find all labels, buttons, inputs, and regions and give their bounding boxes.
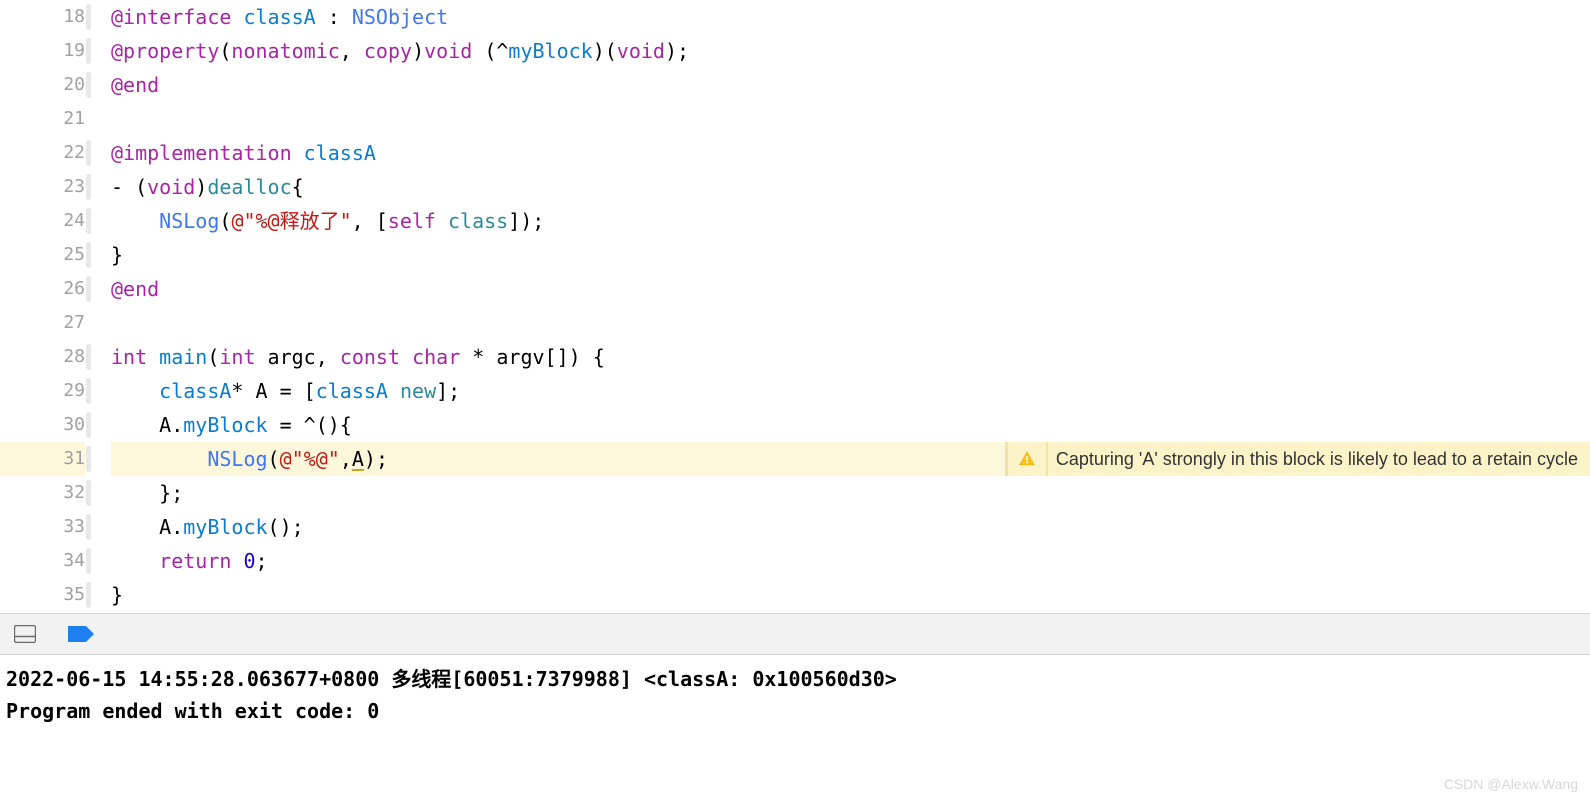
- line-number: 21: [0, 102, 85, 136]
- code-line[interactable]: }: [111, 238, 1590, 272]
- code-line[interactable]: @implementation classA: [111, 136, 1590, 170]
- code-line[interactable]: A.myBlock = ^(){: [111, 408, 1590, 442]
- warning-banner[interactable]: Capturing 'A' strongly in this block is …: [1005, 442, 1590, 476]
- code-line[interactable]: int main(int argc, const char * argv[]) …: [111, 340, 1590, 374]
- console-output[interactable]: 2022-06-15 14:55:28.063677+0800 多线程[6005…: [0, 655, 1590, 735]
- code-editor[interactable]: 181920212223242526272829303132333435 @in…: [0, 0, 1590, 613]
- line-number-gutter: 181920212223242526272829303132333435: [0, 0, 95, 613]
- code-line[interactable]: }: [111, 578, 1590, 612]
- line-number: 30: [0, 408, 85, 442]
- line-number: 34: [0, 544, 85, 578]
- code-line[interactable]: return 0;: [111, 544, 1590, 578]
- line-number: 27: [0, 306, 85, 340]
- line-number: 32: [0, 476, 85, 510]
- code-line[interactable]: @interface classA : NSObject: [111, 0, 1590, 34]
- watermark: CSDN @Alexw.Wang: [1444, 776, 1578, 792]
- line-number: 22: [0, 136, 85, 170]
- code-line[interactable]: [111, 102, 1590, 136]
- debug-toolbar: [0, 613, 1590, 655]
- warning-icon: [1008, 442, 1046, 476]
- line-number: 20: [0, 68, 85, 102]
- line-number: 19: [0, 34, 85, 68]
- line-number: 29: [0, 374, 85, 408]
- line-number: 23: [0, 170, 85, 204]
- line-number: 35: [0, 578, 85, 612]
- line-number: 18: [0, 0, 85, 34]
- code-line[interactable]: @end: [111, 272, 1590, 306]
- warning-message: Capturing 'A' strongly in this block is …: [1046, 442, 1590, 476]
- line-number: 28: [0, 340, 85, 374]
- code-line[interactable]: };: [111, 476, 1590, 510]
- code-line[interactable]: classA* A = [classA new];: [111, 374, 1590, 408]
- line-number: 26: [0, 272, 85, 306]
- code-line[interactable]: @end: [111, 68, 1590, 102]
- console-line: Program ended with exit code: 0: [6, 695, 1584, 727]
- line-number: 33: [0, 510, 85, 544]
- code-line[interactable]: [111, 306, 1590, 340]
- line-number: 25: [0, 238, 85, 272]
- line-number: 31: [0, 442, 85, 476]
- code-area[interactable]: @interface classA : NSObject@property(no…: [95, 0, 1590, 613]
- code-line[interactable]: NSLog(@"%@",A); Capturing 'A' strongly i…: [111, 442, 1590, 476]
- code-line[interactable]: A.myBlock();: [111, 510, 1590, 544]
- line-number: 24: [0, 204, 85, 238]
- code-line[interactable]: @property(nonatomic, copy)void (^myBlock…: [111, 34, 1590, 68]
- console-panel-icon[interactable]: [14, 625, 36, 643]
- console-line: 2022-06-15 14:55:28.063677+0800 多线程[6005…: [6, 663, 1584, 695]
- breakpoint-arrow-icon[interactable]: [68, 626, 94, 642]
- code-line[interactable]: NSLog(@"%@释放了", [self class]);: [111, 204, 1590, 238]
- code-line[interactable]: - (void)dealloc{: [111, 170, 1590, 204]
